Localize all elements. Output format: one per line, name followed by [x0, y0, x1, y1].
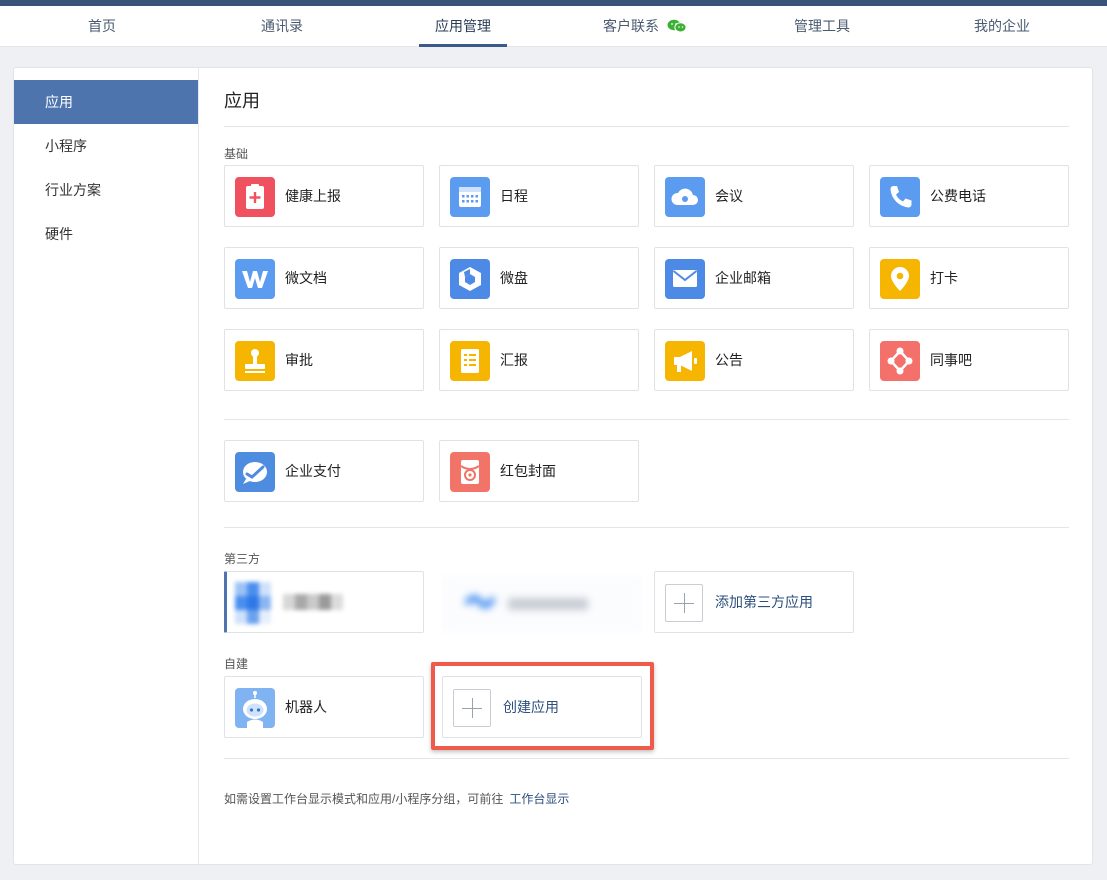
sidebar-item-label: 应用 [45, 94, 73, 110]
app-tile-meeting[interactable]: 会议 [654, 165, 854, 227]
add-third-party-app-button[interactable]: 添加第三方应用 [654, 571, 854, 633]
sidebar-item-industry-solutions[interactable]: 行业方案 [14, 168, 198, 212]
app-label: 红包封面 [500, 463, 556, 479]
nav-customer-contact[interactable]: 客户联系 [590, 6, 700, 47]
redacted-app-icon [235, 582, 271, 624]
sidebar-item-hardware[interactable]: 硬件 [14, 212, 198, 256]
app-label: 微盘 [500, 270, 528, 286]
drive-icon [450, 259, 490, 299]
location-pin-icon [880, 259, 920, 299]
app-tile-enterprise-mail[interactable]: 企业邮箱 [654, 247, 854, 309]
app-label: 公费电话 [930, 188, 986, 204]
meeting-cloud-icon [665, 177, 705, 217]
section-label-basic: 基础 [224, 147, 249, 161]
app-tile-health-report[interactable]: 健康上报 [224, 165, 424, 227]
sidebar-item-label: 行业方案 [45, 182, 101, 198]
doc-w-icon [235, 259, 275, 299]
add-third-party-label: 添加第三方应用 [715, 594, 813, 610]
nav-label: 首页 [88, 18, 116, 34]
app-tile-third-party-redacted[interactable] [224, 571, 424, 633]
app-tile-red-packet-cover[interactable]: 红包封面 [439, 440, 639, 502]
sidebar: 应用 小程序 行业方案 硬件 [14, 68, 199, 864]
app-label: 审批 [285, 352, 313, 368]
app-label: 微文档 [285, 270, 327, 286]
report-icon [450, 341, 490, 381]
divider [224, 758, 1069, 759]
app-tile-calendar[interactable]: 日程 [439, 165, 639, 227]
highlight-annotation [431, 662, 654, 750]
sidebar-item-label: 小程序 [45, 138, 87, 154]
app-tile-enterprise-payment[interactable]: 企业支付 [224, 440, 424, 502]
app-label: 公告 [715, 352, 743, 368]
redacted-third-party-app[interactable] [442, 576, 642, 632]
nav-app-management[interactable]: 应用管理 [419, 6, 507, 47]
app-tile-robot[interactable]: 机器人 [224, 676, 424, 738]
robot-icon [235, 688, 275, 728]
stamp-icon [235, 341, 275, 381]
workbench-display-link[interactable]: 工作台显示 [509, 792, 569, 806]
app-tile-check-in[interactable]: 打卡 [869, 247, 1069, 309]
phone-icon [880, 177, 920, 217]
health-report-icon [235, 177, 275, 217]
sidebar-item-label: 硬件 [45, 226, 73, 242]
app-tile-docs[interactable]: 微文档 [224, 247, 424, 309]
nav-home[interactable]: 首页 [62, 6, 142, 47]
app-label: 日程 [500, 188, 528, 204]
app-label: 健康上报 [285, 188, 341, 204]
top-navigation: 首页 通讯录 应用管理 客户联系 管理工具 我的企业 [0, 6, 1107, 47]
app-tile-report[interactable]: 汇报 [439, 329, 639, 391]
footnote-text: 如需设置工作台显示模式和应用/小程序分组，可前往 [224, 792, 504, 806]
app-tile-public-phone[interactable]: 公费电话 [869, 165, 1069, 227]
app-label: 同事吧 [930, 352, 972, 368]
app-label: 打卡 [930, 270, 958, 286]
red-packet-icon [450, 452, 490, 492]
wechat-icon [667, 8, 687, 33]
divider [224, 527, 1069, 528]
nav-label: 管理工具 [794, 18, 850, 34]
mail-icon [665, 259, 705, 299]
nav-label: 我的企业 [974, 18, 1030, 34]
section-label-third-party: 第三方 [224, 552, 261, 566]
payment-icon [235, 452, 275, 492]
app-label: 机器人 [285, 699, 327, 715]
plus-icon [665, 584, 703, 622]
nav-label: 通讯录 [261, 18, 303, 34]
divider [224, 126, 1069, 127]
calendar-icon [450, 177, 490, 217]
nav-management-tools[interactable]: 管理工具 [782, 6, 862, 47]
content-card: 应用 小程序 行业方案 硬件 应用 基础 健康上报 日程 会议 公费电话 微文档… [13, 67, 1093, 865]
app-tile-drive[interactable]: 微盘 [439, 247, 639, 309]
page-title: 应用 [224, 91, 260, 111]
nav-my-enterprise[interactable]: 我的企业 [962, 6, 1042, 47]
app-tile-approval[interactable]: 审批 [224, 329, 424, 391]
sidebar-item-mini-programs[interactable]: 小程序 [14, 124, 198, 168]
app-label: 企业邮箱 [715, 270, 771, 286]
megaphone-icon [665, 341, 705, 381]
app-label: 企业支付 [285, 463, 341, 479]
app-label: 汇报 [500, 352, 528, 368]
section-label-custom: 自建 [224, 657, 249, 671]
colleague-network-icon [880, 341, 920, 381]
footnote: 如需设置工作台显示模式和应用/小程序分组，可前往 工作台显示 [224, 790, 569, 807]
nav-contacts[interactable]: 通讯录 [242, 6, 322, 47]
redacted-app-name [283, 594, 347, 610]
app-label: 会议 [715, 188, 743, 204]
nav-label: 客户联系 [603, 18, 659, 34]
app-tile-announcement[interactable]: 公告 [654, 329, 854, 391]
app-tile-colleagues[interactable]: 同事吧 [869, 329, 1069, 391]
nav-label: 应用管理 [435, 18, 491, 34]
sidebar-item-apps[interactable]: 应用 [14, 80, 198, 124]
divider [224, 419, 1069, 420]
